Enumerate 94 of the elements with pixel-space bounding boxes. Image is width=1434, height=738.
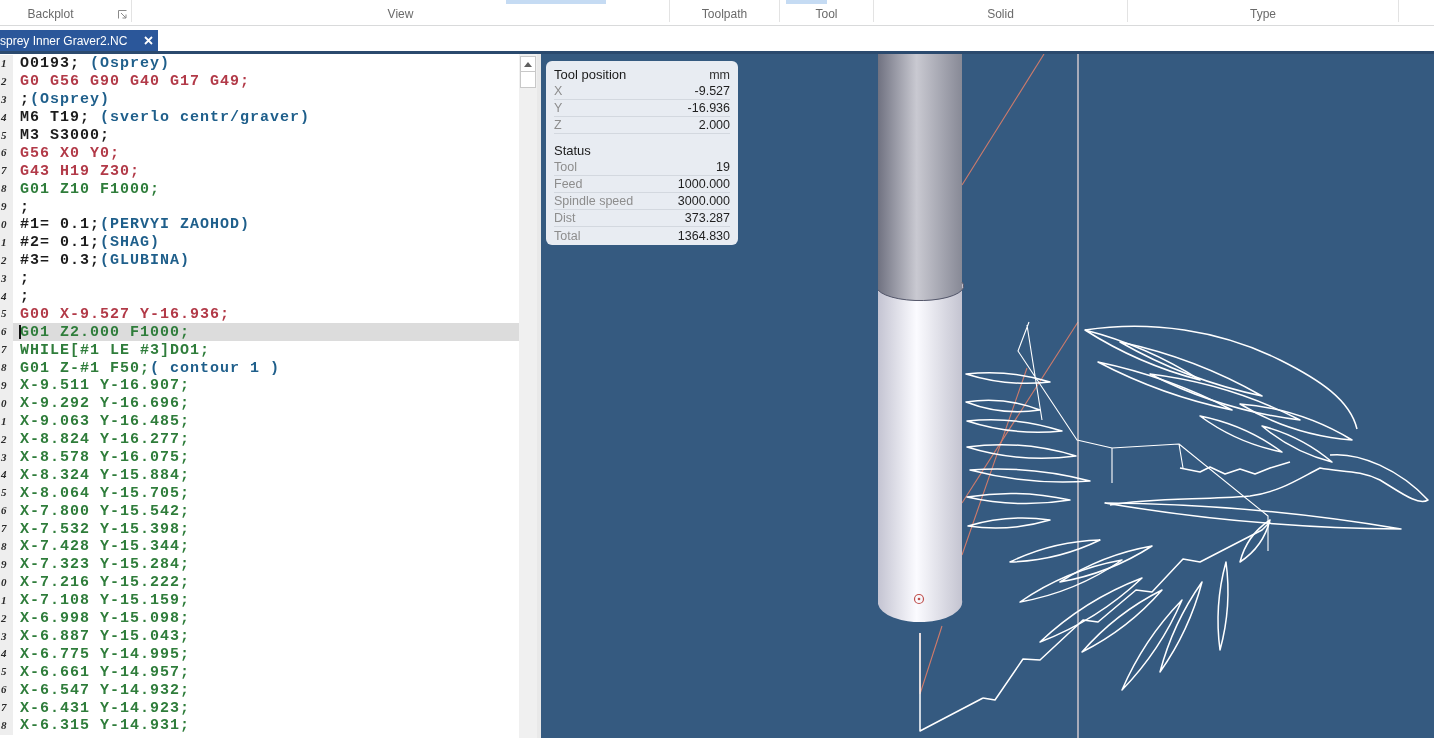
code-line: X-7.108 Y-15.159; — [20, 592, 191, 610]
ribbon-group-label: Tool — [815, 6, 838, 21]
line-number: 9 — [0, 198, 13, 216]
ribbon-group-label: View — [387, 6, 414, 21]
code-line: X-7.216 Y-15.222; — [20, 574, 191, 592]
field-value: -9.527 — [694, 84, 730, 98]
field-value: 1000.000 — [677, 177, 730, 191]
field-label: Feed — [554, 177, 583, 191]
code-line: X-7.532 Y-15.398; — [20, 520, 191, 538]
code-line: ; — [20, 288, 30, 305]
code-line: X-6.998 Y-15.098; — [20, 610, 191, 628]
code-line: X-9.292 Y-16.696; — [20, 395, 191, 413]
file-tab[interactable]: sprey Inner Graver2.NC — [0, 30, 158, 51]
code-line: WHILE[#1 LE #3]DO1; — [20, 341, 211, 359]
code-line: X-6.315 Y-14.931; — [20, 717, 191, 735]
field-value: 2.000 — [698, 118, 730, 132]
code-line: G01 Z-#1 F50;( contour 1 ) — [20, 359, 281, 377]
scroll-up-button[interactable] — [520, 56, 536, 72]
line-number: 7 — [0, 520, 13, 539]
code-line: O0193; (Osprey) — [20, 55, 171, 73]
code-line: G00 X-9.527 Y-16.936; — [20, 305, 231, 323]
line-number: 7 — [0, 699, 13, 717]
code-line: G0 G56 G90 G40 G17 G49; — [20, 73, 251, 91]
line-number: 5 — [0, 484, 13, 503]
ribbon-group-label: Toolpath — [701, 6, 748, 21]
code-line: X-8.578 Y-16.075; — [20, 449, 191, 467]
up-arrow-icon — [524, 61, 532, 67]
code-line: X-8.064 Y-15.705; — [20, 484, 191, 502]
field-value: 3000.000 — [677, 194, 730, 208]
line-number: 7 — [0, 162, 13, 181]
close-icon[interactable] — [144, 36, 153, 45]
field-value: 373.287 — [684, 211, 730, 225]
line-number: 4 — [0, 645, 13, 664]
text-caret — [19, 325, 21, 340]
line-number: 6 — [0, 323, 13, 342]
ribbon-group-label: Type — [1250, 6, 1276, 21]
line-number: 6 — [0, 681, 13, 700]
field-label: Total — [554, 228, 581, 243]
ribbon-button[interactable] — [786, 0, 827, 4]
code-line: G56 X0 Y0; — [20, 144, 120, 162]
code-line: G01 Z10 F1000; — [20, 180, 161, 198]
code-line: X-6.547 Y-14.932; — [20, 681, 191, 699]
field-label: Spindle speed — [554, 194, 634, 208]
line-number: 6 — [0, 502, 13, 521]
code-line: X-6.661 Y-14.957; — [20, 663, 191, 681]
section-title: Tool position — [554, 67, 627, 82]
code-line: #3= 0.3;(GLUBINA) — [20, 252, 191, 270]
code-line: X-8.324 Y-15.884; — [20, 466, 191, 484]
field-label: Dist — [554, 211, 576, 225]
tool-center-icon — [913, 593, 925, 605]
field-value: -16.936 — [687, 101, 730, 115]
code-line: X-6.775 Y-14.995; — [20, 645, 191, 663]
line-number: 8 — [0, 359, 13, 378]
field-value: 19 — [716, 160, 730, 174]
code-line: G43 H19 Z30; — [20, 162, 141, 180]
line-number: 8 — [0, 180, 13, 199]
dialog-launcher-icon[interactable] — [118, 10, 127, 19]
field-label: Tool — [554, 160, 577, 174]
code-line: #2= 0.1;(SHAG) — [20, 234, 161, 252]
code-line: M3 S3000; — [20, 127, 110, 144]
field-label: Y — [554, 101, 563, 115]
code-line: X-7.428 Y-15.344; — [20, 538, 191, 556]
ribbon-group-label: Solid — [987, 6, 1014, 21]
scrollbar-thumb[interactable] — [520, 72, 536, 88]
code-line: #1= 0.1;(PERVYI ZAOHOD) — [20, 216, 251, 234]
line-number: 1 — [0, 55, 13, 73]
code-line: X-9.063 Y-16.485; — [20, 413, 191, 431]
ribbon-button[interactable] — [506, 0, 556, 4]
ribbon-group-label: Backplot — [27, 6, 74, 21]
code-line: X-8.824 Y-16.277; — [20, 431, 191, 449]
code-line: ; — [20, 270, 30, 288]
code-line: ; — [20, 198, 30, 216]
field-value: 1364.830 — [677, 228, 730, 243]
code-line: ;(Osprey) — [20, 91, 111, 109]
code-line: X-9.511 Y-16.907; — [20, 377, 191, 395]
code-line: M6 T19; (sverlo centr/graver) — [20, 109, 311, 127]
field-label: Z — [554, 118, 562, 132]
code-line: X-7.323 Y-15.284; — [20, 556, 191, 574]
line-number: 6 — [0, 144, 13, 163]
line-number: 7 — [0, 341, 13, 360]
line-number: 0 — [0, 216, 13, 234]
code-line: G01 Z2.000 F1000; — [20, 323, 191, 341]
field-label: X — [554, 84, 563, 98]
line-number: 5 — [0, 663, 13, 682]
code-line: X-6.887 Y-15.043; — [20, 627, 191, 645]
line-number: 8 — [0, 538, 13, 556]
section-title: Status — [554, 143, 591, 158]
line-number: 9 — [0, 377, 13, 395]
code-line: X-7.800 Y-15.542; — [20, 502, 191, 520]
line-number: 5 — [0, 305, 13, 324]
ribbon-button[interactable] — [556, 0, 606, 4]
line-number: 4 — [0, 466, 13, 485]
code-line: X-6.431 Y-14.923; — [20, 699, 191, 717]
unit-label: mm — [709, 67, 730, 82]
